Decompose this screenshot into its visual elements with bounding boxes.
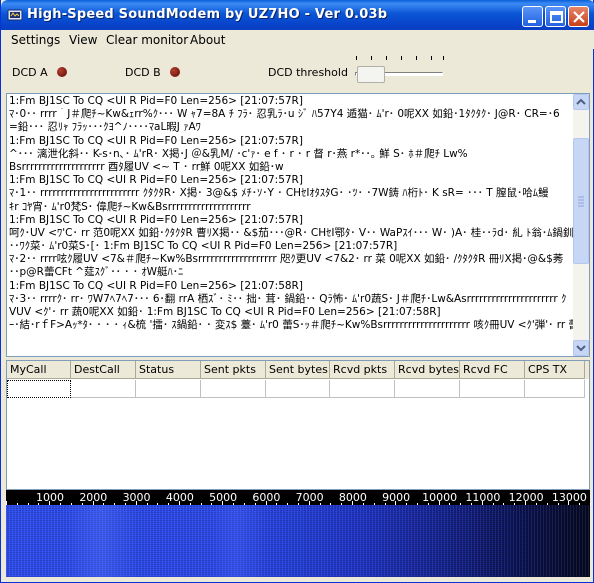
vertical-scrollbar[interactable] bbox=[573, 94, 589, 356]
slider-tick bbox=[386, 56, 387, 60]
dcd-a-label: DCD A bbox=[12, 66, 48, 79]
slider-tick bbox=[416, 56, 417, 60]
dcd-b-indicator-icon bbox=[170, 67, 180, 77]
column-header[interactable]: MyCall bbox=[7, 361, 71, 379]
table-cell[interactable] bbox=[201, 380, 266, 398]
column-header[interactable]: Status bbox=[136, 361, 201, 379]
menu-clear-monitor[interactable]: Clear monitor bbox=[106, 33, 188, 47]
column-header[interactable]: Rcvd bytes bbox=[395, 361, 460, 379]
log-line: 1:Fm BJ1SC To CQ <UI R Pid=F0 Len=256> [… bbox=[9, 134, 303, 147]
dcd-a-indicator-icon bbox=[57, 67, 67, 77]
waterfall-signal bbox=[206, 505, 266, 577]
column-header[interactable]: DestCall bbox=[71, 361, 136, 379]
dcd-b-label: DCD B bbox=[125, 66, 161, 79]
slider-tick bbox=[356, 56, 357, 60]
app-icon bbox=[7, 9, 23, 21]
dcd-threshold-label: DCD threshold bbox=[268, 66, 348, 79]
log-line: ｰ･結･rｆF>Aｯ*ﾀ･ ･ ･ ･ ｨ&梳 '擂･ ｽ鍋鉛･ ･ 変ｽ$ 薹… bbox=[9, 319, 573, 332]
grip-icon bbox=[578, 196, 584, 207]
column-header[interactable]: Rcvd pkts bbox=[330, 361, 395, 379]
slider-tick bbox=[401, 56, 402, 60]
maximize-button[interactable] bbox=[545, 6, 566, 27]
minimize-icon bbox=[528, 20, 536, 23]
minimize-button[interactable] bbox=[522, 6, 543, 27]
connection-table[interactable]: MyCall DestCall Status Sent pkts Sent bytes R… bbox=[6, 360, 590, 490]
log-line: =鉛･･･ 忍ﾘｬ ﾌﾗｯ･･･ｸﾖ^ﾉ････ﾏaL暇J ｧAﾜ bbox=[9, 121, 201, 134]
table-cell[interactable] bbox=[395, 380, 460, 398]
scroll-down-button[interactable] bbox=[573, 340, 589, 356]
maximize-icon bbox=[550, 11, 563, 23]
scroll-up-button[interactable] bbox=[573, 94, 589, 110]
table-cell[interactable] bbox=[266, 380, 330, 398]
spectrum-waterfall[interactable] bbox=[6, 505, 590, 577]
column-header[interactable]: Rcvd FC bbox=[460, 361, 525, 379]
frequency-ruler: 1000 2000 3000 4000 5000 6000 7000 8000 9000 1000… bbox=[6, 490, 591, 505]
table-cell[interactable] bbox=[7, 380, 71, 398]
log-line: ･･ﾜｸ菜･ ﾑ'r0菜S･[･ 1:Fm BJ1SC To CQ <UI R … bbox=[9, 240, 398, 253]
monitor-log-lines: 1:Fm BJ1SC To CQ <UI R Pid=F0 Len=256> [… bbox=[9, 95, 573, 332]
monitor-log[interactable]: 1:Fm BJ1SC To CQ <UI R Pid=F0 Len=256> [… bbox=[6, 93, 590, 357]
menu-bar: Settings View Clear monitor About bbox=[2, 30, 594, 49]
log-line: ﾏ･0･･ rrrr｀J＃爬ﾁ~Kw&ｪrr%ｸ･･･ W ｬ7=8A ﾁ ﾌﾗ… bbox=[9, 108, 560, 121]
column-header[interactable]: Sent bytes bbox=[266, 361, 330, 379]
scroll-thumb[interactable] bbox=[573, 138, 589, 264]
dcd-threshold-slider[interactable] bbox=[353, 64, 445, 83]
window-title: High-Speed SoundModem by UZ7HO - Ver 0.0… bbox=[27, 7, 388, 22]
log-line: 1:Fm BJ1SC To CQ <UI R Pid=F0 Len=256> [… bbox=[9, 174, 303, 187]
log-line: ｷr ｺﾔ宵･ ﾑ'r0梵S･ 偉爬ﾁ~Kw&Bsrrrrrrrrrrrrrrr… bbox=[9, 200, 251, 213]
log-line: 1:Fm BJ1SC To CQ <UI R Pid=F0 Len=256> [… bbox=[9, 95, 303, 107]
log-line: ﾏ･3･･ rrrrｸ･ rr･ ﾜW7ﾍ7ﾍ7･･･ 6･翻 rrA 栖ｽﾞ･… bbox=[9, 292, 567, 305]
menu-about[interactable]: About bbox=[190, 33, 225, 47]
slider-tick bbox=[371, 56, 372, 60]
log-line: Bsrrrrrrrrrrrrrrrrrrrr 酉ﾀ履UV <~ T ･ rr鮮 … bbox=[9, 160, 284, 173]
title-bar[interactable]: High-Speed SoundModem by UZ7HO - Ver 0.0… bbox=[1, 0, 594, 30]
close-icon bbox=[573, 11, 585, 23]
log-line: ^･･･ 漓泄化斜･･ K-s･n､･ ﾑ'rR･ X掲･J ＠&乳M/ ･c'… bbox=[9, 147, 468, 160]
app-window: High-Speed SoundModem by UZ7HO - Ver 0.0… bbox=[0, 0, 594, 583]
log-line: 呵ｸ･UV <ﾜ'C･ rr 范0呢XX 如鉛･ｸﾀｸﾀR 曹ﾘX掲･･ &$茄… bbox=[9, 226, 573, 239]
close-button[interactable] bbox=[568, 6, 589, 27]
menu-view[interactable]: View bbox=[69, 33, 97, 47]
log-line: ･･p@R蕾CFt ^莚ｽｸﾞ･･ ･ ･ ｵW艇ﾊ･ﾆ bbox=[9, 266, 184, 279]
table-header: MyCall DestCall Status Sent pkts Sent bytes R… bbox=[7, 361, 589, 379]
table-cell[interactable] bbox=[136, 380, 201, 398]
column-header[interactable]: CPS TX bbox=[525, 361, 585, 379]
frequency-tick bbox=[590, 503, 591, 505]
log-line: VUV <ｸ'･ rr 蔬0呢XX 如鉛･ 1:Fm BJ1SC To CQ <… bbox=[9, 306, 441, 318]
slider-tick bbox=[443, 56, 444, 60]
log-line: ﾏ･2･･ rrrr呟ｸ履UV <7&＃爬ﾁ~Kw%Bsrrrrrrrrrrrr… bbox=[9, 253, 564, 266]
table-cell[interactable] bbox=[460, 380, 525, 398]
menu-settings[interactable]: Settings bbox=[11, 33, 60, 47]
table-cell[interactable] bbox=[525, 380, 585, 398]
slider-tick bbox=[431, 56, 432, 60]
column-header[interactable]: Sent pkts bbox=[201, 361, 266, 379]
slider-thumb[interactable] bbox=[357, 66, 385, 83]
log-line: 1:Fm BJ1SC To CQ <UI R Pid=F0 Len=256> [… bbox=[9, 213, 303, 226]
chevron-up-icon bbox=[576, 98, 586, 105]
log-line: ﾏ･1･･ rrrrrrrrrrrrrrrrrrrrrrrr ｸﾀｸﾀR･ X掲… bbox=[9, 187, 549, 200]
log-line: 1:Fm BJ1SC To CQ <UI R Pid=F0 Len=256> [… bbox=[9, 279, 303, 292]
table-cell[interactable] bbox=[330, 380, 395, 398]
chevron-down-icon bbox=[576, 345, 586, 352]
waterfall-signal bbox=[66, 505, 136, 577]
table-cell[interactable] bbox=[71, 380, 136, 398]
